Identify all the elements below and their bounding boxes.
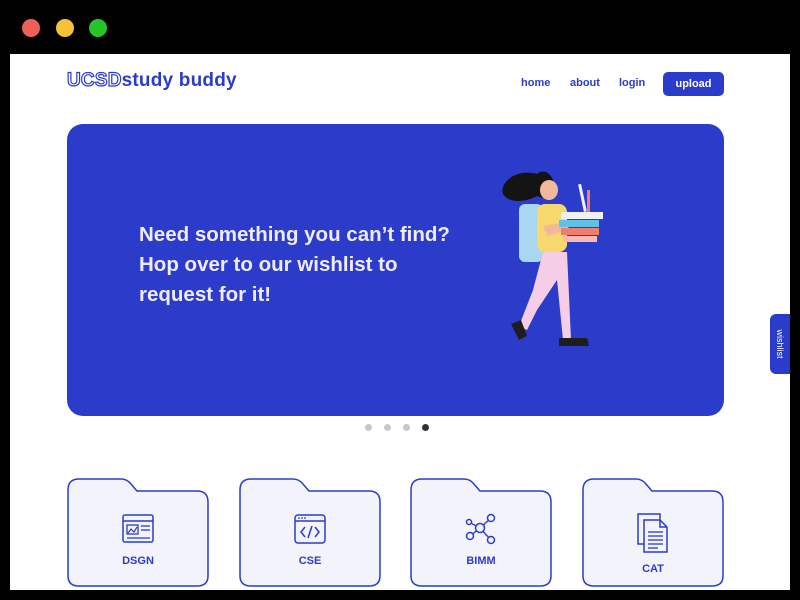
maximize-window-button[interactable] — [89, 19, 107, 37]
category-label: CAT — [642, 563, 664, 575]
category-folder-cse[interactable]: CSE — [239, 478, 381, 588]
close-window-button[interactable] — [22, 19, 40, 37]
documents-icon — [637, 513, 668, 553]
student-illustration — [502, 171, 603, 346]
carousel-dot[interactable] — [365, 424, 372, 431]
category-folder-bimm[interactable]: BIMM — [410, 478, 552, 588]
category-label: BIMM — [466, 555, 496, 567]
hero-banner: Need something you can’t find? Hop over … — [67, 124, 724, 416]
nav-about-link[interactable]: about — [570, 77, 600, 89]
hero-line: request for it! — [139, 283, 272, 306]
wishlist-tab-label: wishlist — [775, 329, 785, 359]
category-label: CSE — [298, 555, 322, 567]
brand-prefix: UCSD — [66, 69, 122, 91]
category-folder-dsgn[interactable]: DSGN — [67, 478, 209, 588]
category-label: DSGN — [122, 555, 154, 567]
category-folder-cat[interactable]: CAT — [582, 478, 724, 588]
minimize-window-button[interactable] — [56, 19, 74, 37]
brand-suffix: study buddy — [121, 70, 237, 91]
window-titlebar — [0, 0, 800, 54]
nav-home-link[interactable]: home — [521, 77, 550, 89]
nav-login-link[interactable]: login — [619, 77, 645, 89]
code-window-icon — [294, 514, 326, 544]
brand-logo[interactable]: UCSDstudy buddy — [66, 69, 237, 92]
hero-message: Need something you can’t find? Hop over … — [139, 220, 499, 310]
carousel-dot[interactable] — [403, 424, 410, 431]
carousel-prev-arrow-icon[interactable]: ← — [129, 330, 143, 344]
hero-line: Hop over to our wishlist to — [139, 253, 398, 276]
design-layout-icon — [122, 514, 154, 543]
upload-button[interactable]: upload — [663, 72, 724, 96]
hero-line: Need something you can’t find? — [139, 223, 450, 246]
molecule-network-icon — [465, 513, 496, 545]
page: UCSDstudy buddy home about login upload … — [10, 54, 790, 590]
carousel-dot[interactable] — [384, 424, 391, 431]
wishlist-tab[interactable]: wishlist — [770, 314, 790, 374]
carousel-dot-active[interactable] — [422, 424, 429, 431]
